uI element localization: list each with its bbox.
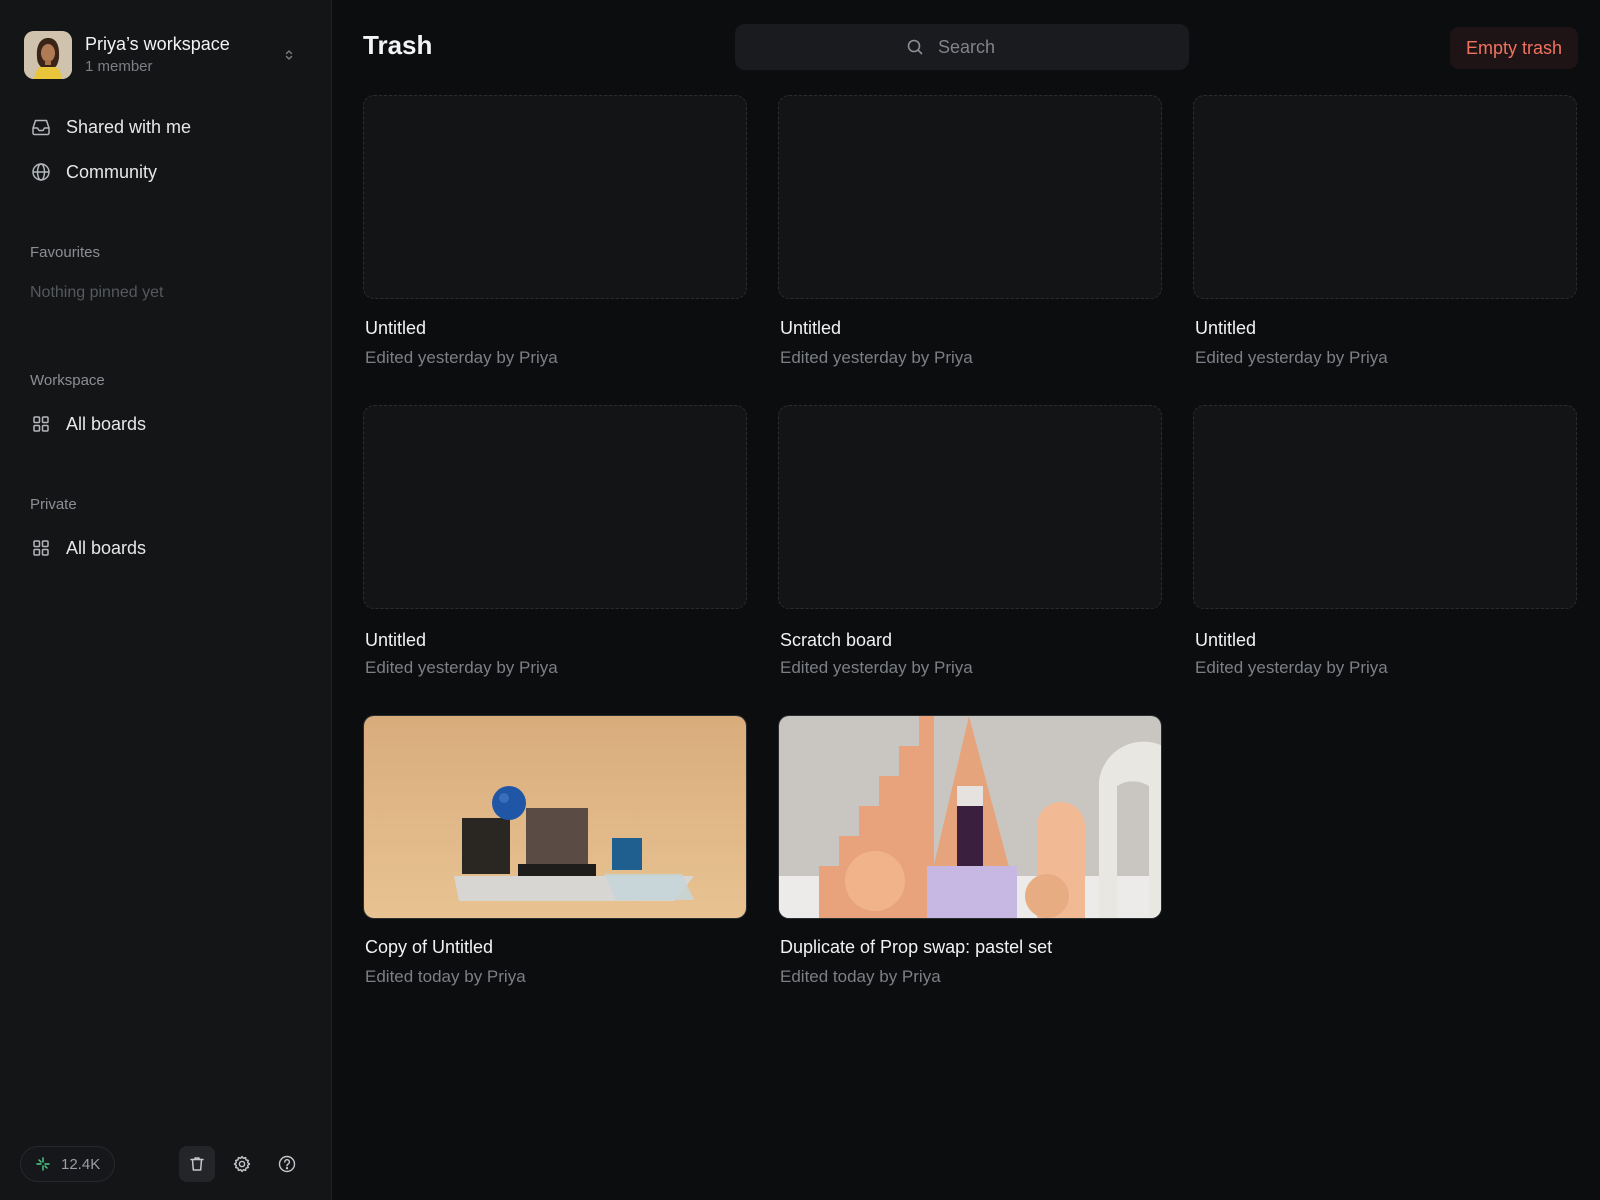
trash-button[interactable] <box>179 1146 216 1182</box>
nav-item-label: Shared with me <box>66 116 192 137</box>
workspace-name: Priya’s workspace <box>85 34 230 54</box>
search-input[interactable] <box>938 36 1018 58</box>
gear-icon <box>234 1155 251 1173</box>
board-title: Untitled <box>780 318 842 338</box>
board-title: Duplicate of Prop swap: pastel set <box>780 937 1053 957</box>
sidebar-footer: 12.4K <box>20 1146 312 1182</box>
board-title: Untitled <box>365 630 427 650</box>
empty-trash-button[interactable]: Empty trash <box>1449 27 1578 69</box>
board-card[interactable]: Untitled Edited yesterday by Priya <box>778 95 1162 405</box>
board-title: Untitled <box>1195 318 1257 338</box>
board-card[interactable]: Untitled Edited yesterday by Priya <box>363 95 747 405</box>
grid-icon <box>33 416 49 432</box>
search-bar[interactable] <box>735 24 1189 70</box>
board-meta: Edited yesterday by Priya <box>780 658 973 677</box>
help-button[interactable] <box>269 1146 305 1182</box>
credits-badge[interactable]: 12.4K <box>20 1146 116 1182</box>
sparkle-icon <box>36 1157 50 1171</box>
avatar <box>24 31 72 79</box>
board-thumbnail-empty <box>1193 95 1577 299</box>
globe-icon <box>32 163 50 181</box>
credits-count: 12.4K <box>61 1155 101 1173</box>
board-title: Copy of Untitled <box>365 937 494 957</box>
settings-button[interactable] <box>224 1146 260 1182</box>
grid-icon <box>33 540 49 556</box>
board-title: Scratch board <box>780 630 893 650</box>
page-title: Trash <box>363 30 433 60</box>
nav-item-community[interactable]: Community <box>24 152 308 192</box>
board-meta: Edited yesterday by Priya <box>365 348 558 367</box>
nav-item-label: All boards <box>66 413 147 434</box>
board-card[interactable]: Untitled Edited yesterday by Priya <box>1193 405 1577 715</box>
board-card[interactable]: Untitled Edited yesterday by Priya <box>1193 95 1577 405</box>
board-card[interactable]: Untitled Edited yesterday by Priya <box>363 405 747 715</box>
nav-item-private-all-boards[interactable]: All boards <box>24 528 308 568</box>
board-meta: Edited today by Priya <box>365 967 526 986</box>
board-title: Untitled <box>1195 630 1257 650</box>
board-thumbnail-empty <box>363 405 747 609</box>
board-meta: Edited today by Priya <box>780 967 941 986</box>
workspace-heading: Workspace <box>30 372 105 389</box>
board-meta: Edited yesterday by Priya <box>365 658 558 677</box>
board-grid: Untitled Edited yesterday by Priya Untit… <box>363 95 1577 1025</box>
nav-item-shared-with-me[interactable]: Shared with me <box>24 107 308 147</box>
board-thumbnail-empty <box>1193 405 1577 609</box>
inbox-icon <box>32 119 50 136</box>
trash-icon <box>190 1157 204 1171</box>
board-card[interactable]: Duplicate of Prop swap: pastel set Edite… <box>778 715 1162 1025</box>
nav-item-workspace-all-boards[interactable]: All boards <box>24 404 308 444</box>
board-thumbnail-image <box>778 715 1162 919</box>
private-heading: Private <box>30 496 77 513</box>
board-meta: Edited yesterday by Priya <box>1195 658 1388 677</box>
board-thumbnail-empty <box>778 95 1162 299</box>
workspace-switcher[interactable]: Priya’s workspace 1 member <box>24 28 306 82</box>
workspace-member-count: 1 member <box>85 58 153 75</box>
board-meta: Edited yesterday by Priya <box>780 348 973 367</box>
chevron-up-down-icon <box>285 50 293 60</box>
board-thumbnail-image <box>363 715 747 919</box>
app: Priya’s workspace 1 member Shared with m… <box>0 0 1600 1200</box>
board-thumbnail-empty <box>363 95 747 299</box>
nav-item-label: Community <box>66 161 158 182</box>
nav-item-label: All boards <box>66 537 147 558</box>
main-content: Trash Empty trash Untitled Edited yester… <box>332 0 1600 1200</box>
favourites-empty-note: Nothing pinned yet <box>30 284 164 301</box>
board-meta: Edited yesterday by Priya <box>1195 348 1388 367</box>
board-card[interactable]: Copy of Untitled Edited today by Priya <box>363 715 747 1025</box>
sidebar: Priya’s workspace 1 member Shared with m… <box>0 0 332 1200</box>
help-icon <box>279 1155 296 1173</box>
board-card[interactable]: Scratch board Edited yesterday by Priya <box>778 405 1162 715</box>
favourites-heading: Favourites <box>30 244 101 261</box>
board-thumbnail-empty <box>778 405 1162 609</box>
board-title: Untitled <box>365 318 427 338</box>
search-icon <box>907 39 923 55</box>
